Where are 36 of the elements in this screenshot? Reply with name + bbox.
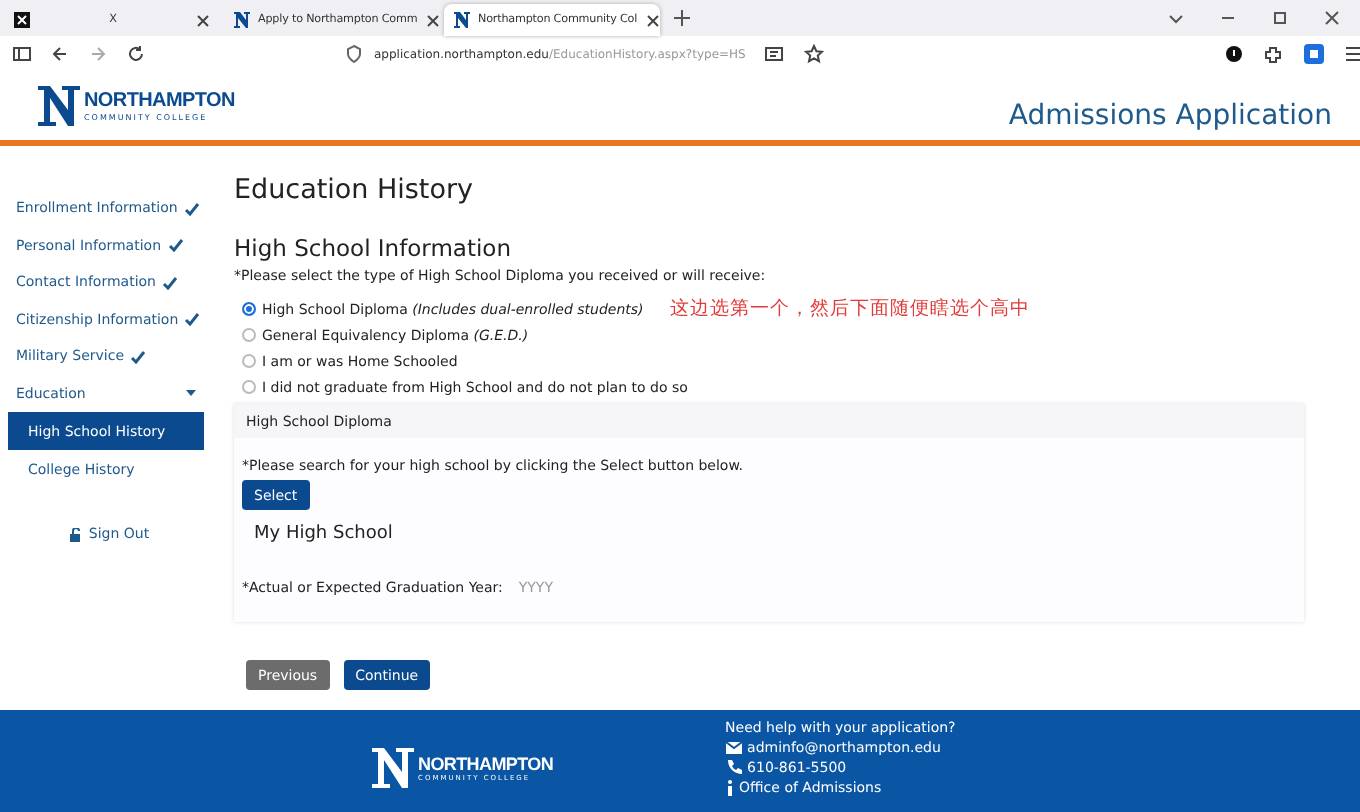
circle-icon[interactable] [1223, 44, 1244, 64]
lock-icon [70, 527, 83, 542]
radio-button[interactable] [242, 354, 256, 368]
annotation-text: 这边选第一个，然后下面随便瞎选个高中 [669, 296, 1030, 322]
maximize-icon[interactable] [1272, 10, 1288, 26]
close-icon[interactable] [645, 13, 660, 27]
back-arrow-icon[interactable] [50, 44, 70, 64]
radio-button[interactable] [242, 302, 256, 316]
shield-icon [344, 44, 364, 64]
radio-button[interactable] [242, 328, 256, 342]
info-icon [725, 780, 734, 796]
close-icon[interactable] [425, 13, 440, 27]
extension-icon[interactable] [1303, 44, 1324, 64]
new-tab-plus-icon[interactable] [672, 8, 692, 28]
phone-icon [725, 760, 742, 776]
logo-wordmark: NORTHAMPTON [84, 90, 235, 112]
page-heading: Education History [234, 174, 476, 206]
sidebar-icon[interactable] [12, 44, 32, 64]
school-name: My High School [254, 524, 393, 544]
n-monogram-icon [36, 82, 80, 130]
chevron-down-icon[interactable] [1168, 10, 1184, 26]
n-favicon-icon [454, 12, 470, 28]
logo-wordmark: NORTHAMPTON [418, 754, 554, 774]
section-heading: High School Information [234, 234, 513, 262]
x-cross-favicon-icon [14, 12, 30, 28]
reload-icon[interactable] [126, 44, 146, 64]
n-monogram-icon [370, 744, 414, 792]
n-favicon-icon [234, 12, 250, 28]
close-icon[interactable] [196, 13, 210, 27]
radio-button[interactable] [242, 380, 256, 394]
reader-view-icon[interactable] [763, 44, 784, 64]
close-icon[interactable] [1324, 10, 1340, 26]
menu-icon[interactable] [1343, 44, 1360, 64]
star-icon[interactable] [803, 44, 824, 64]
app-title: Admissions Application [1008, 100, 1332, 132]
envelope-icon [725, 740, 742, 756]
